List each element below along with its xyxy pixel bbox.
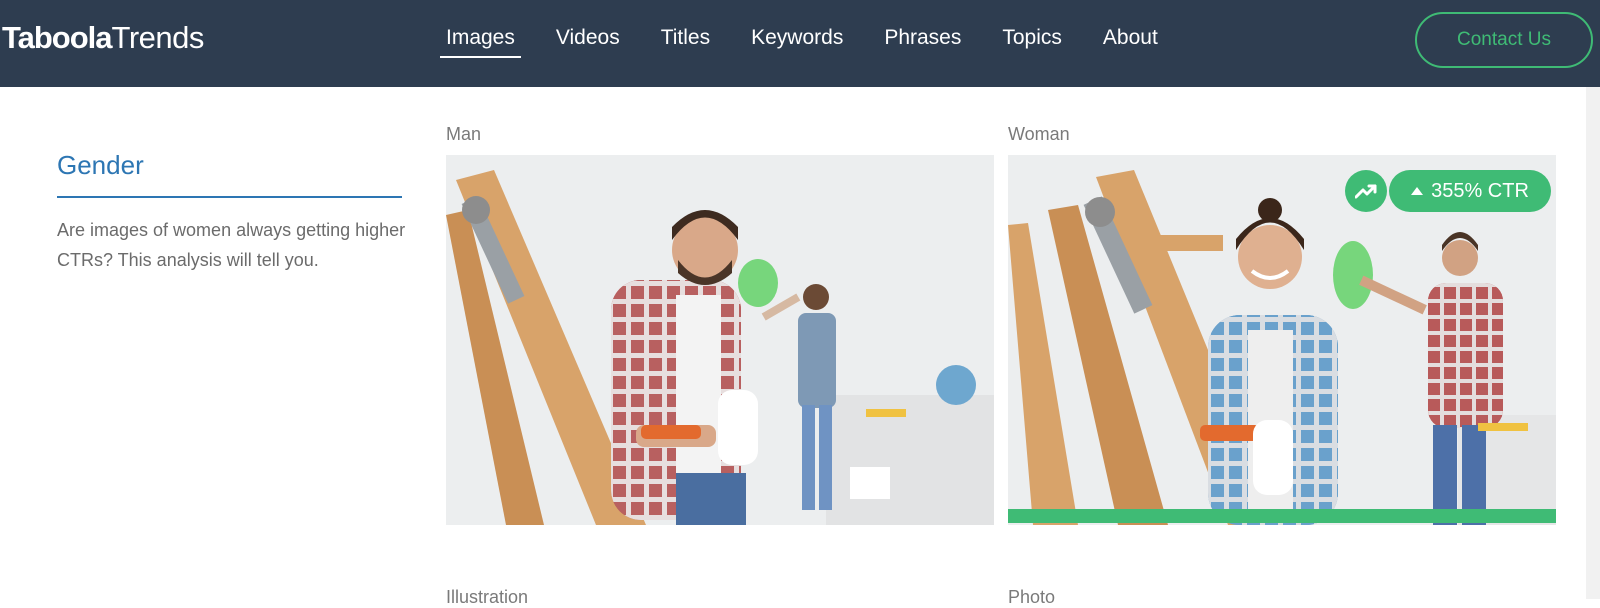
- contact-us-button[interactable]: Contact Us: [1415, 12, 1593, 68]
- logo-product-text: Trends: [111, 20, 205, 55]
- next-left-label: Illustration: [446, 587, 529, 607]
- nav-topics[interactable]: Topics: [1002, 24, 1062, 56]
- nav-phrases[interactable]: Phrases: [884, 24, 961, 56]
- nav-videos[interactable]: Videos: [556, 24, 620, 56]
- ctr-lift-text: 355% CTR: [1431, 179, 1529, 202]
- right-image-label: Woman: [1008, 124, 1070, 144]
- ctr-lift-badge: 355% CTR: [1389, 170, 1551, 212]
- taboola-trends-logo[interactable]: Taboola Trends: [2, 20, 204, 60]
- winner-indicator-bar: [1008, 509, 1556, 523]
- trending-up-glyph: [1355, 184, 1377, 199]
- man-illustration: [446, 155, 994, 525]
- section-title-divider: [57, 196, 402, 198]
- nav-about[interactable]: About: [1103, 24, 1158, 56]
- section-description: Are images of women always getting highe…: [57, 220, 406, 270]
- next-right-label: Photo: [1008, 587, 1056, 607]
- main-nav: Images Videos Titles Keywords Phrases To…: [440, 24, 1199, 58]
- logo-brand-text: Taboola: [2, 20, 113, 55]
- left-image-label: Man: [446, 124, 482, 144]
- nav-keywords[interactable]: Keywords: [751, 24, 843, 56]
- nav-titles[interactable]: Titles: [661, 24, 710, 56]
- top-navigation-bar: Taboola Trends Images Videos Titles Keyw…: [0, 0, 1600, 87]
- trending-up-icon: [1345, 170, 1387, 212]
- caret-up-icon: [1411, 187, 1424, 195]
- page-scrollbar[interactable]: [1586, 87, 1600, 599]
- nav-images[interactable]: Images: [440, 24, 521, 58]
- section-title: Gender: [57, 150, 144, 180]
- man-image[interactable]: [446, 155, 994, 525]
